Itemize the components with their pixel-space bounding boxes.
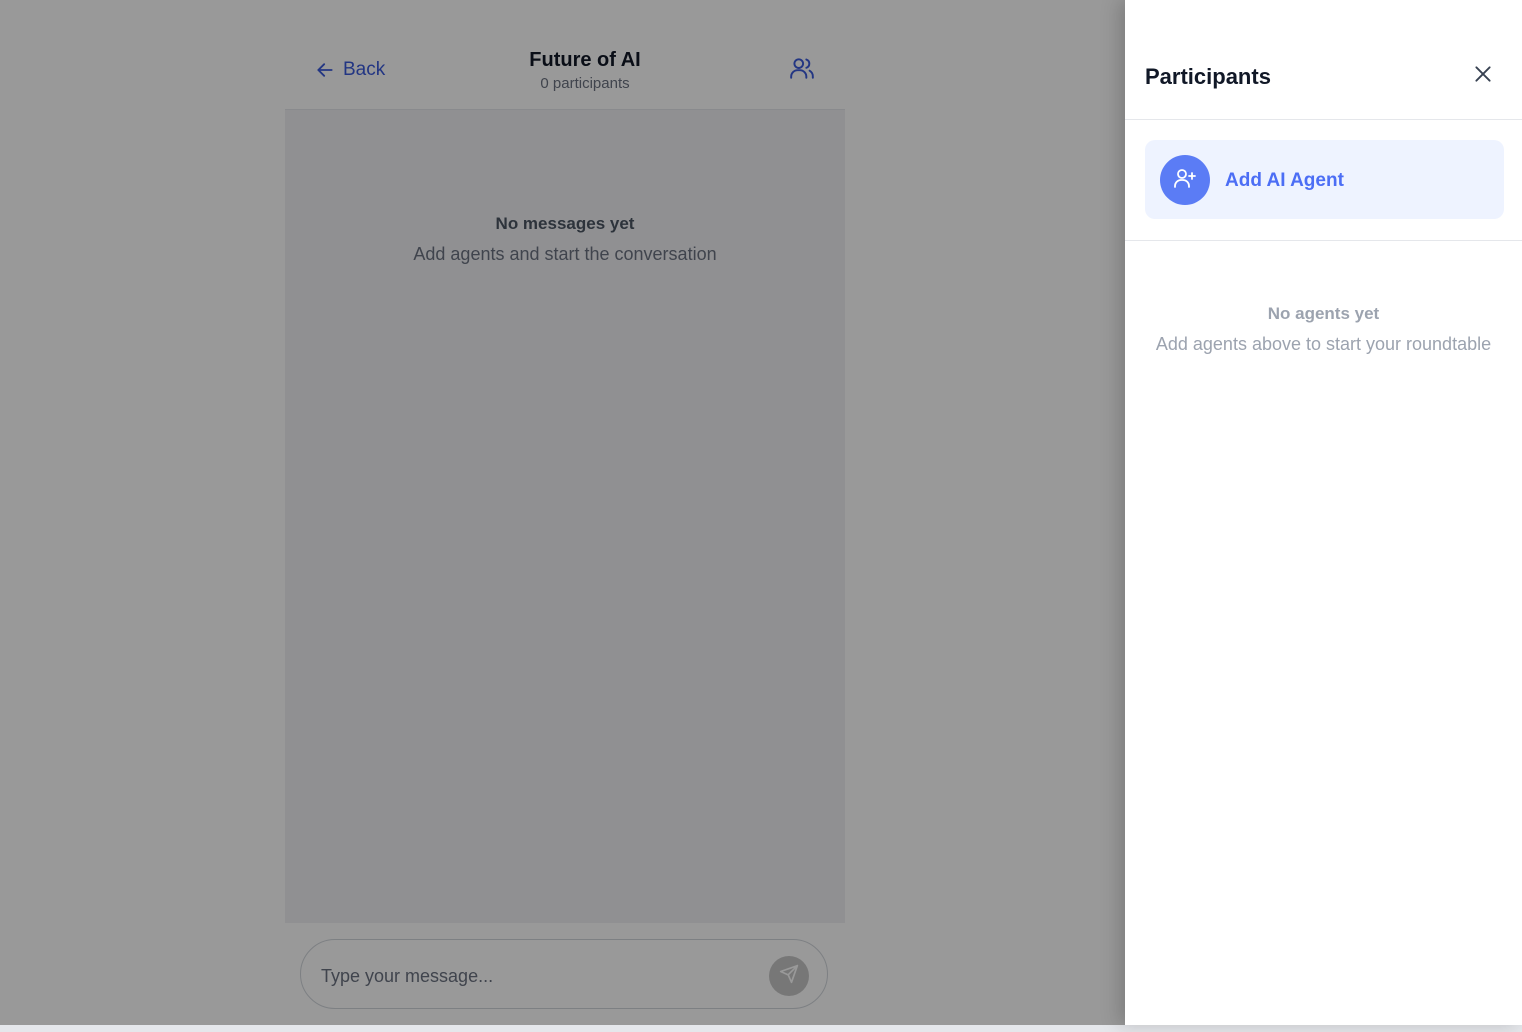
panel-divider (1125, 240, 1522, 241)
panel-title: Participants (1145, 64, 1271, 89)
add-agent-button[interactable]: Add AI Agent (1145, 140, 1504, 219)
close-button[interactable] (1471, 64, 1495, 88)
agents-empty-title: No agents yet (1267, 304, 1380, 323)
add-agent-avatar (1160, 155, 1210, 205)
agents-empty-state: No agents yet Add agents above to start … (1125, 302, 1522, 356)
user-plus-icon (1173, 166, 1197, 195)
add-agent-label: Add AI Agent (1225, 170, 1344, 191)
agents-empty-subtitle: Add agents above to start your roundtabl… (1155, 334, 1492, 354)
app-root: Back Future of AI 0 participants No mess… (0, 0, 1522, 1032)
close-icon (1473, 64, 1493, 89)
panel-header: Participants (1125, 0, 1522, 120)
participants-panel: Participants Add AI Agent No agents yet … (1125, 0, 1522, 1025)
bottom-strip (0, 1025, 1522, 1032)
